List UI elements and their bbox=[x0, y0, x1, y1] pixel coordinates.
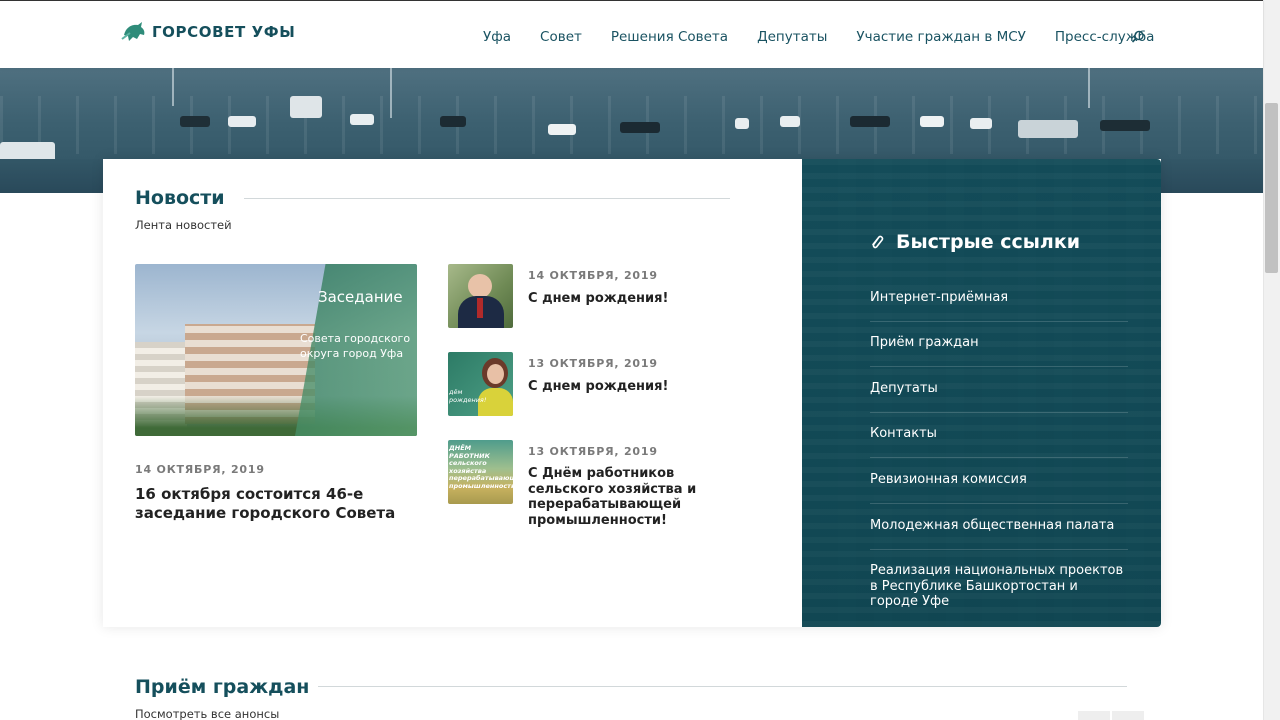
news-item-title[interactable]: С днем рождения! bbox=[528, 291, 728, 307]
thumb-caption: дём рождения! bbox=[449, 388, 487, 404]
news-subtitle[interactable]: Лента новостей bbox=[135, 218, 232, 232]
thumb-caption: ДНЁМ РАБОТНИК сельского хозяйства перера… bbox=[449, 444, 513, 490]
reception-title-line bbox=[318, 686, 1127, 687]
hero-car bbox=[180, 116, 210, 127]
thumb-person-tie bbox=[477, 298, 483, 318]
scrollbar-thumb[interactable] bbox=[1265, 103, 1278, 273]
reception-title: Приём граждан bbox=[135, 676, 310, 698]
hero-car bbox=[850, 116, 890, 127]
feature-news-date: 14 ОКТЯБРЯ, 2019 bbox=[135, 463, 265, 476]
hero-lamp bbox=[390, 68, 392, 118]
nav-item-deputies[interactable]: Депутаты bbox=[757, 29, 827, 45]
hero-car bbox=[620, 122, 660, 133]
image-overlay-title: Заседание bbox=[318, 288, 403, 306]
quick-links-title: Быстрые ссылки bbox=[896, 231, 1081, 253]
news-section: Новости Лента новостей Заседание Совета … bbox=[103, 159, 802, 627]
quick-link-reception[interactable]: Приём граждан bbox=[870, 335, 1128, 351]
logo-text: ГОРСОВЕТ УФЫ bbox=[152, 23, 296, 41]
hero-car bbox=[735, 118, 749, 129]
news-item-date: 14 ОКТЯБРЯ, 2019 bbox=[528, 269, 658, 282]
news-item-title[interactable]: С Днём работников сельского хозяйства и … bbox=[528, 466, 728, 528]
quick-link-national-projects[interactable]: Реализация национальных проектов в Респу… bbox=[870, 563, 1128, 610]
site-logo[interactable]: ГОРСОВЕТ УФЫ bbox=[120, 19, 295, 45]
news-item-title[interactable]: С днем рождения! bbox=[528, 379, 728, 395]
news-thumb[interactable] bbox=[448, 264, 513, 328]
nav-item-participation[interactable]: Участие граждан в МСУ bbox=[856, 29, 1026, 45]
quick-links-panel: Быстрые ссылки Интернет-приёмная Приём г… bbox=[802, 159, 1161, 627]
quick-link-youth-chamber[interactable]: Молодежная общественная палата bbox=[870, 518, 1128, 534]
feature-news-image[interactable]: Заседание Совета городского округа город… bbox=[135, 264, 417, 436]
news-item-date: 13 ОКТЯБРЯ, 2019 bbox=[528, 357, 658, 370]
paperclip-icon bbox=[872, 235, 884, 249]
hero-car bbox=[548, 124, 576, 135]
feature-news-title[interactable]: 16 октября состоится 46-е заседание горо… bbox=[135, 485, 420, 523]
quick-links-header: Быстрые ссылки bbox=[870, 231, 1080, 253]
thumb-person-face bbox=[487, 364, 504, 384]
hero-car bbox=[440, 116, 466, 127]
main-card: Новости Лента новостей Заседание Совета … bbox=[103, 159, 1161, 627]
image-overlay-text: Совета городского округа город Уфа bbox=[300, 332, 411, 360]
nav-item-council[interactable]: Совет bbox=[540, 29, 582, 45]
search-icon[interactable] bbox=[1131, 30, 1145, 44]
site-header: ГОРСОВЕТ УФЫ Уфа Совет Решения Совета Де… bbox=[0, 0, 1263, 68]
hero-car bbox=[1018, 120, 1078, 138]
hero-car bbox=[970, 118, 992, 129]
horse-logo-icon bbox=[121, 22, 145, 41]
quick-link-internet-reception[interactable]: Интернет-приёмная bbox=[870, 290, 1128, 306]
quick-link-divider bbox=[870, 503, 1128, 504]
hero-car bbox=[350, 114, 374, 125]
hero-car bbox=[780, 116, 800, 127]
quick-link-contacts[interactable]: Контакты bbox=[870, 426, 1128, 442]
nav-item-decisions[interactable]: Решения Совета bbox=[611, 29, 728, 45]
nav-item-ufa[interactable]: Уфа bbox=[483, 29, 511, 45]
news-thumb[interactable]: дём рождения! bbox=[448, 352, 513, 416]
quick-link-divider bbox=[870, 366, 1128, 367]
quick-link-divider bbox=[870, 549, 1128, 550]
reception-all-announcements-link[interactable]: Посмотреть все анонсы bbox=[135, 707, 279, 720]
carousel-prev-button[interactable] bbox=[1078, 711, 1110, 720]
hero-lamp bbox=[172, 68, 174, 106]
main-nav: Уфа Совет Решения Совета Депутаты Участи… bbox=[483, 29, 1183, 45]
quick-link-audit-commission[interactable]: Ревизионная комиссия bbox=[870, 472, 1128, 488]
thumb-person-face bbox=[468, 274, 492, 298]
quick-link-deputies[interactable]: Депутаты bbox=[870, 381, 1128, 397]
quick-link-divider bbox=[870, 457, 1128, 458]
news-title-line bbox=[244, 198, 730, 199]
carousel-next-button[interactable] bbox=[1112, 711, 1144, 720]
hero-car bbox=[920, 116, 944, 127]
hero-car bbox=[290, 96, 322, 118]
hero-lamp bbox=[1088, 68, 1090, 108]
quick-link-divider bbox=[870, 412, 1128, 413]
news-item-date: 13 ОКТЯБРЯ, 2019 bbox=[528, 445, 658, 458]
quick-link-divider bbox=[870, 321, 1128, 322]
news-title: Новости bbox=[135, 187, 225, 209]
hero-car bbox=[1100, 120, 1150, 131]
news-thumb[interactable]: ДНЁМ РАБОТНИК сельского хозяйства перера… bbox=[448, 440, 513, 504]
hero-car bbox=[228, 116, 256, 127]
